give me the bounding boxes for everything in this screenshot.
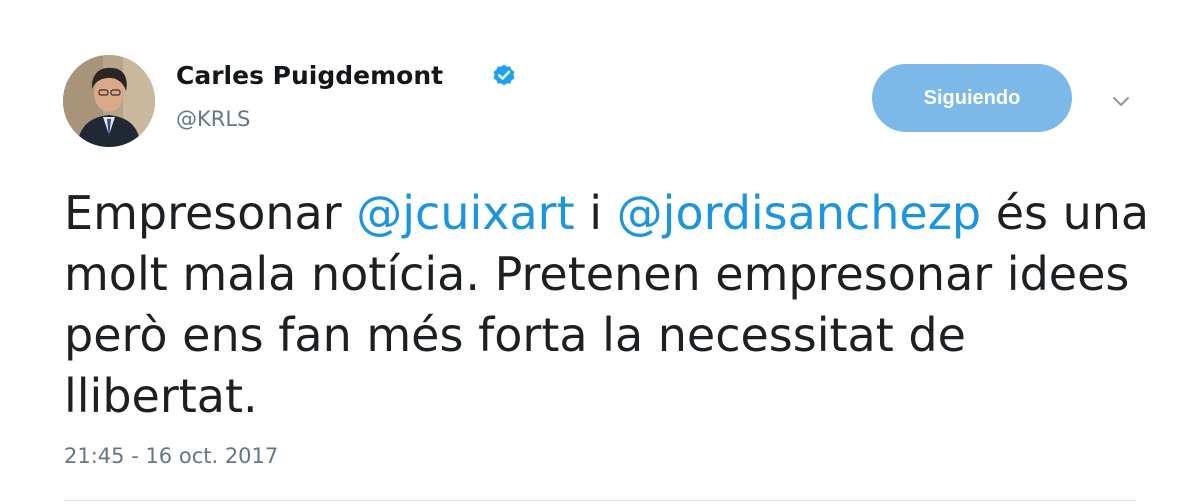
mention-link[interactable]: @jordisanchezp xyxy=(617,186,981,240)
tweet-text: Empresonar @jcuixart i @jordisanchezp és… xyxy=(64,183,1154,427)
tweet-card: Carles Puigdemont @KRLS Siguiendo Empres… xyxy=(0,0,1200,504)
tweet-timestamp[interactable]: 21:45 - 16 oct. 2017 xyxy=(64,442,278,470)
chevron-down-icon[interactable] xyxy=(1108,88,1134,114)
tweet-text-prefix: Empresonar xyxy=(64,186,357,240)
mention-link[interactable]: @jcuixart xyxy=(356,186,574,240)
author-handle[interactable]: @KRLS xyxy=(176,105,250,133)
profile-photo-icon xyxy=(63,55,155,147)
divider xyxy=(64,500,1136,501)
following-button[interactable]: Siguiendo xyxy=(872,64,1072,132)
verified-badge-icon xyxy=(493,64,515,86)
tweet-text-middle: i xyxy=(574,186,617,240)
avatar[interactable] xyxy=(63,55,155,147)
author-display-name[interactable]: Carles Puigdemont xyxy=(176,60,443,92)
